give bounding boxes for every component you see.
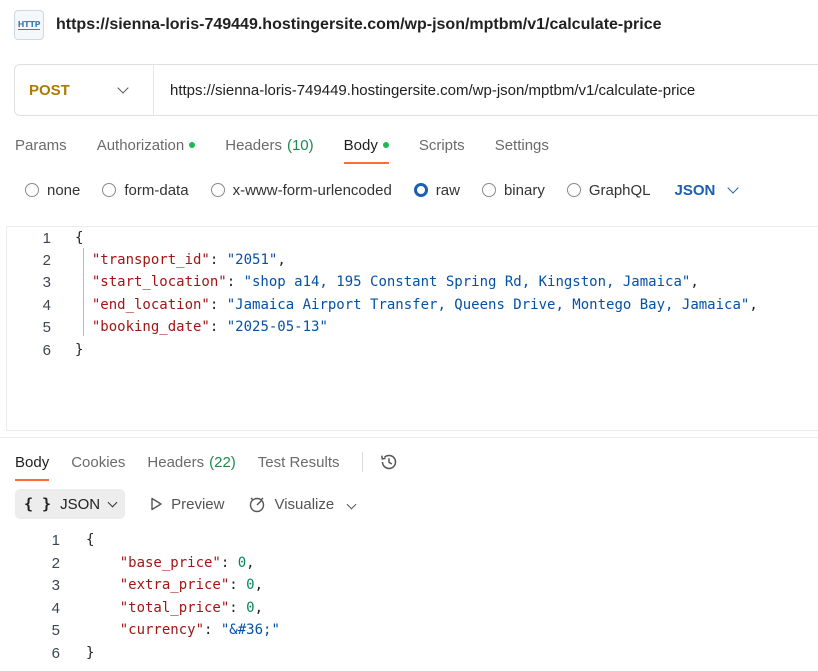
code-line: 2 "transport_id": "2051", — [7, 249, 286, 271]
radio-binary[interactable]: binary — [481, 182, 545, 199]
url-bar: POST — [14, 64, 818, 116]
code-line: 6 } — [0, 642, 95, 664]
line-number: 2 — [42, 251, 51, 269]
json-value: "2051" — [226, 252, 278, 268]
line-number: 6 — [51, 644, 60, 662]
tab-separator — [361, 452, 363, 472]
close-brace: } — [75, 342, 84, 358]
json-value: "2025-05-13" — [226, 319, 328, 335]
line-number: 4 — [42, 296, 51, 314]
chevron-down-icon — [107, 497, 118, 507]
tab-scripts[interactable]: Scripts — [419, 133, 465, 157]
radio-circle-icon — [102, 183, 117, 197]
tab-params[interactable]: Params — [15, 133, 67, 157]
request-body-editor[interactable]: 1 { 2 "transport_id": "2051", 3 "start_l… — [6, 226, 818, 431]
line-number: 6 — [42, 341, 51, 359]
json-value: "Jamaica Airport Transfer, Queens Drive,… — [226, 297, 750, 313]
request-title[interactable]: https://sienna-loris-749449.hostingersit… — [56, 16, 662, 34]
http-request-icon: HTTP — [14, 10, 44, 40]
request-tabs: Params Authorization Headers (10) Body S… — [15, 133, 579, 164]
tab-settings[interactable]: Settings — [495, 133, 549, 157]
radio-circle-icon — [210, 183, 225, 197]
code-line: 6 } — [7, 339, 84, 361]
body-type-options: none form-data x-www-form-urlencoded raw… — [25, 180, 740, 200]
json-key: "currency" — [119, 622, 205, 638]
json-value: 0 — [237, 555, 247, 571]
request-title-row: HTTP https://sienna-loris-749449.hosting… — [14, 10, 662, 40]
radio-urlencoded[interactable]: x-www-form-urlencoded — [210, 182, 392, 199]
line-number: 5 — [51, 621, 60, 639]
open-brace: { — [75, 230, 84, 246]
response-toolbar: { } JSON Preview Visualize — [15, 489, 357, 519]
status-dot-icon — [382, 142, 389, 148]
play-icon — [151, 497, 162, 511]
line-number: 4 — [51, 599, 60, 617]
line-number: 1 — [42, 229, 51, 247]
line-number: 5 — [42, 318, 51, 336]
tab-response-body[interactable]: Body — [15, 450, 50, 481]
method-selector[interactable]: POST — [15, 65, 154, 115]
history-icon[interactable] — [379, 452, 399, 472]
radio-form-data[interactable]: form-data — [102, 182, 189, 199]
tab-body[interactable]: Body — [343, 133, 390, 164]
braces-icon: { } — [24, 495, 52, 513]
json-value: 0 — [246, 600, 255, 616]
status-dot-icon — [189, 142, 196, 148]
response-tabs: Body Cookies Headers (22) Test Results — [15, 447, 399, 481]
code-line: 5 "booking_date": "2025-05-13" — [7, 316, 328, 338]
radio-none[interactable]: none — [25, 182, 80, 199]
code-line: 1 { — [0, 529, 95, 551]
json-value: "&#36;" — [220, 622, 280, 638]
tab-test-results[interactable]: Test Results — [258, 450, 340, 474]
code-line: 4 "total_price": 0, — [0, 597, 263, 619]
line-number: 2 — [51, 554, 60, 572]
headers-count: (10) — [286, 136, 314, 154]
line-number: 3 — [51, 576, 60, 594]
response-body-viewer[interactable]: 1 { 2 "base_price": 0, 3 "extra_price": … — [0, 528, 818, 671]
json-key: "start_location" — [91, 274, 227, 290]
tab-cookies[interactable]: Cookies — [71, 450, 125, 474]
radio-checked-icon — [413, 183, 428, 197]
code-line: 3 "extra_price": 0, — [0, 574, 263, 596]
json-key: "total_price" — [119, 600, 230, 616]
code-line: 3 "start_location": "shop a14, 195 Const… — [7, 271, 699, 293]
more-options-dropdown[interactable] — [346, 495, 357, 513]
line-number: 1 — [51, 531, 60, 549]
json-value: "shop a14, 195 Constant Spring Rd, Kings… — [243, 274, 691, 290]
url-input[interactable] — [170, 81, 810, 99]
json-key: "end_location" — [91, 297, 210, 313]
json-key: "extra_price" — [119, 577, 230, 593]
language-dropdown[interactable]: JSON — [675, 182, 740, 199]
response-headers-count: (22) — [209, 453, 236, 471]
preview-button[interactable]: Preview — [149, 496, 224, 513]
close-brace: } — [86, 645, 95, 661]
code-line: 1 { — [7, 227, 84, 249]
tab-authorization[interactable]: Authorization — [97, 133, 196, 157]
chevron-down-icon — [117, 82, 129, 94]
chevron-down-icon — [346, 499, 357, 510]
radio-circle-icon — [481, 183, 496, 197]
json-key: "booking_date" — [91, 319, 210, 335]
code-line: 4 "end_location": "Jamaica Airport Trans… — [7, 294, 758, 316]
tab-response-headers[interactable]: Headers (22) — [147, 450, 235, 474]
tab-headers[interactable]: Headers (10) — [225, 133, 313, 157]
visualize-button[interactable]: Visualize — [248, 495, 334, 513]
open-brace: { — [86, 532, 95, 548]
pane-divider[interactable] — [0, 437, 818, 438]
visualize-icon — [250, 497, 265, 513]
json-key: "transport_id" — [91, 252, 210, 268]
code-line: 5 "currency": "&#36;" — [0, 619, 280, 641]
code-line: 2 "base_price": 0, — [0, 552, 255, 574]
radio-circle-icon — [25, 183, 39, 197]
json-key: "base_price" — [119, 555, 221, 571]
json-value: 0 — [246, 577, 255, 593]
method-label: POST — [29, 81, 70, 99]
radio-graphql[interactable]: GraphQL — [566, 182, 651, 199]
radio-circle-icon — [566, 183, 581, 197]
chevron-down-icon — [727, 182, 740, 194]
http-icon-label: HTTP — [17, 20, 41, 30]
line-number: 3 — [42, 273, 51, 291]
response-format-dropdown[interactable]: { } JSON — [15, 489, 126, 519]
radio-raw[interactable]: raw — [413, 182, 460, 199]
